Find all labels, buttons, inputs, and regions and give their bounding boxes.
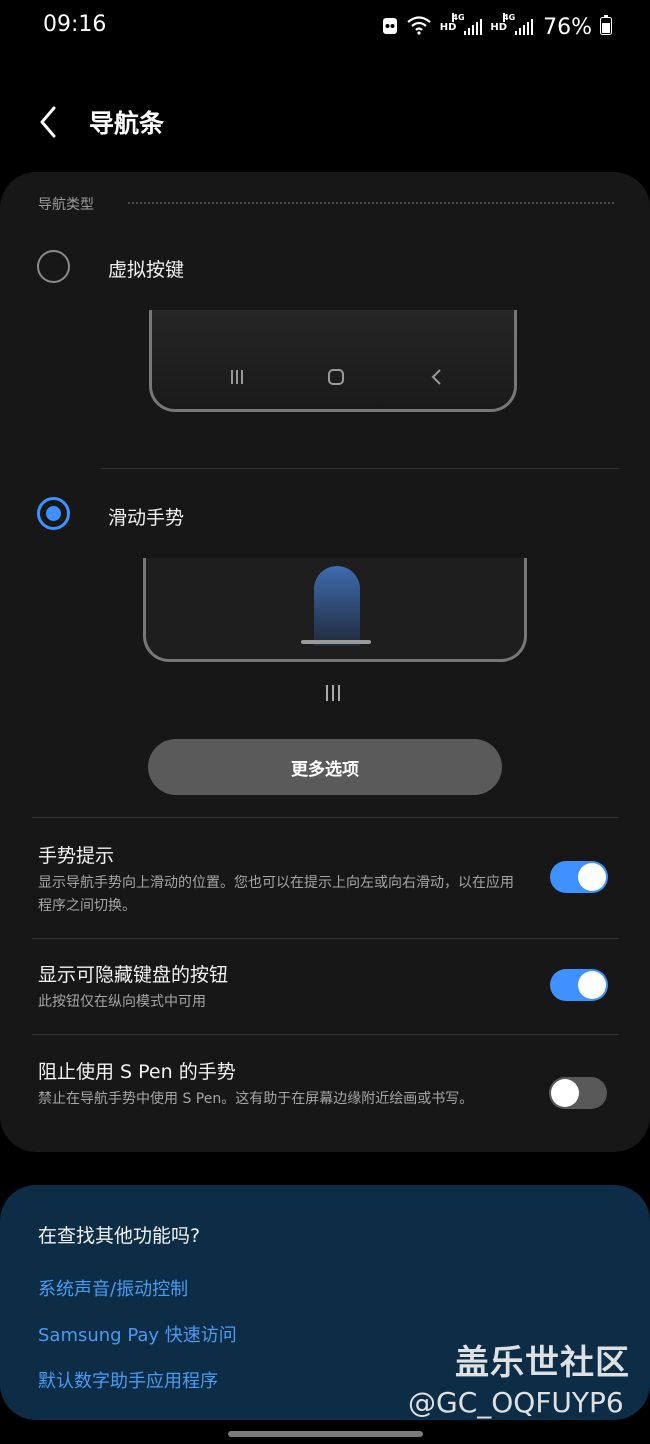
battery-percent: 76% [543, 14, 592, 40]
block-spen-gestures-toggle[interactable] [549, 1077, 607, 1109]
panel-title: 在查找其他功能吗? [38, 1225, 201, 1247]
battery-icon [600, 15, 612, 39]
page-title: 导航条 [89, 109, 165, 138]
swipe-up-indicator [314, 566, 360, 646]
gesture-hint-icon [326, 685, 340, 701]
watermark-brand: 盖乐世社区 [455, 1343, 630, 1383]
home-icon [326, 368, 346, 386]
setting-title: 阻止使用 S Pen 的手势 [38, 1061, 236, 1083]
status-bar: 09:16 HD 4G HD 4G 76% [0, 0, 650, 56]
setting-gesture-hint[interactable]: 手势提示 显示导航手势向上滑动的位置。您也可以在提示上向左或向右滑动，以在应用程… [38, 843, 518, 918]
status-time: 09:16 [43, 12, 107, 37]
navigation-settings-card: 导航类型 虚拟按键 滑动手势 更多选项 手势提示 显示导航手势向上滑动的位置。您… [0, 172, 650, 1152]
divider [32, 938, 619, 939]
back-icon [427, 368, 447, 386]
link-digital-assistant[interactable]: 默认数字助手应用程序 [38, 1367, 218, 1393]
buttons-preview[interactable] [149, 310, 517, 412]
home-indicator[interactable] [228, 1431, 423, 1437]
network-label-1: 4G [452, 13, 465, 22]
link-samsung-pay[interactable]: Samsung Pay 快速访问 [38, 1321, 237, 1347]
divider [32, 817, 619, 818]
recents-icon [227, 368, 247, 386]
gesture-bar [301, 640, 371, 644]
radio-gestures-option[interactable] [37, 497, 70, 530]
hd-label-1: HD [439, 21, 457, 33]
network-label-2: 4G [503, 13, 516, 22]
chevron-left-icon [30, 106, 70, 146]
signal-icon-2: 4G [503, 13, 534, 35]
wifi-icon [406, 15, 432, 39]
setting-description: 禁止在导航手势中使用 S Pen。这有助于在屏幕边缘附近绘画或书写。 [38, 1091, 474, 1107]
more-options-button[interactable]: 更多选项 [148, 739, 502, 795]
link-sound-vibration[interactable]: 系统声音/振动控制 [38, 1275, 188, 1301]
radio-buttons-option[interactable] [37, 250, 70, 283]
hide-keyboard-button-toggle[interactable] [550, 969, 608, 1001]
option-label-gestures[interactable]: 滑动手势 [108, 503, 184, 530]
divider [32, 1034, 619, 1035]
section-label: 导航类型 [38, 197, 94, 213]
signal-icon-1: 4G [452, 13, 483, 35]
option-label-buttons[interactable]: 虚拟按键 [108, 255, 184, 282]
status-icons: HD 4G HD 4G 76% [382, 12, 612, 42]
notification-app-icon [382, 15, 398, 39]
app-header: 导航条 [0, 90, 650, 154]
related-features-panel: 在查找其他功能吗? 系统声音/振动控制 Samsung Pay 快速访问 默认数… [0, 1185, 650, 1420]
section-divider [128, 202, 614, 204]
back-button[interactable] [30, 102, 70, 142]
setting-block-spen-gestures[interactable]: 阻止使用 S Pen 的手势 禁止在导航手势中使用 S Pen。这有助于在屏幕边… [38, 1059, 498, 1111]
gesture-hint-toggle[interactable] [550, 861, 608, 893]
hd-label-2: HD [490, 21, 508, 33]
setting-description: 显示导航手势向上滑动的位置。您也可以在提示上向左或向右滑动，以在应用程序之间切换… [38, 875, 514, 914]
option-divider [101, 468, 619, 469]
setting-hide-keyboard-button[interactable]: 显示可隐藏键盘的按钮 此按钮仅在纵向模式中可用 [38, 962, 518, 1014]
setting-title: 手势提示 [38, 845, 115, 867]
gestures-preview[interactable] [143, 558, 527, 662]
setting-title: 显示可隐藏键盘的按钮 [38, 964, 229, 986]
setting-description: 此按钮仅在纵向模式中可用 [38, 994, 206, 1010]
watermark-user: @GC_OQFUYP6 [408, 1386, 624, 1419]
